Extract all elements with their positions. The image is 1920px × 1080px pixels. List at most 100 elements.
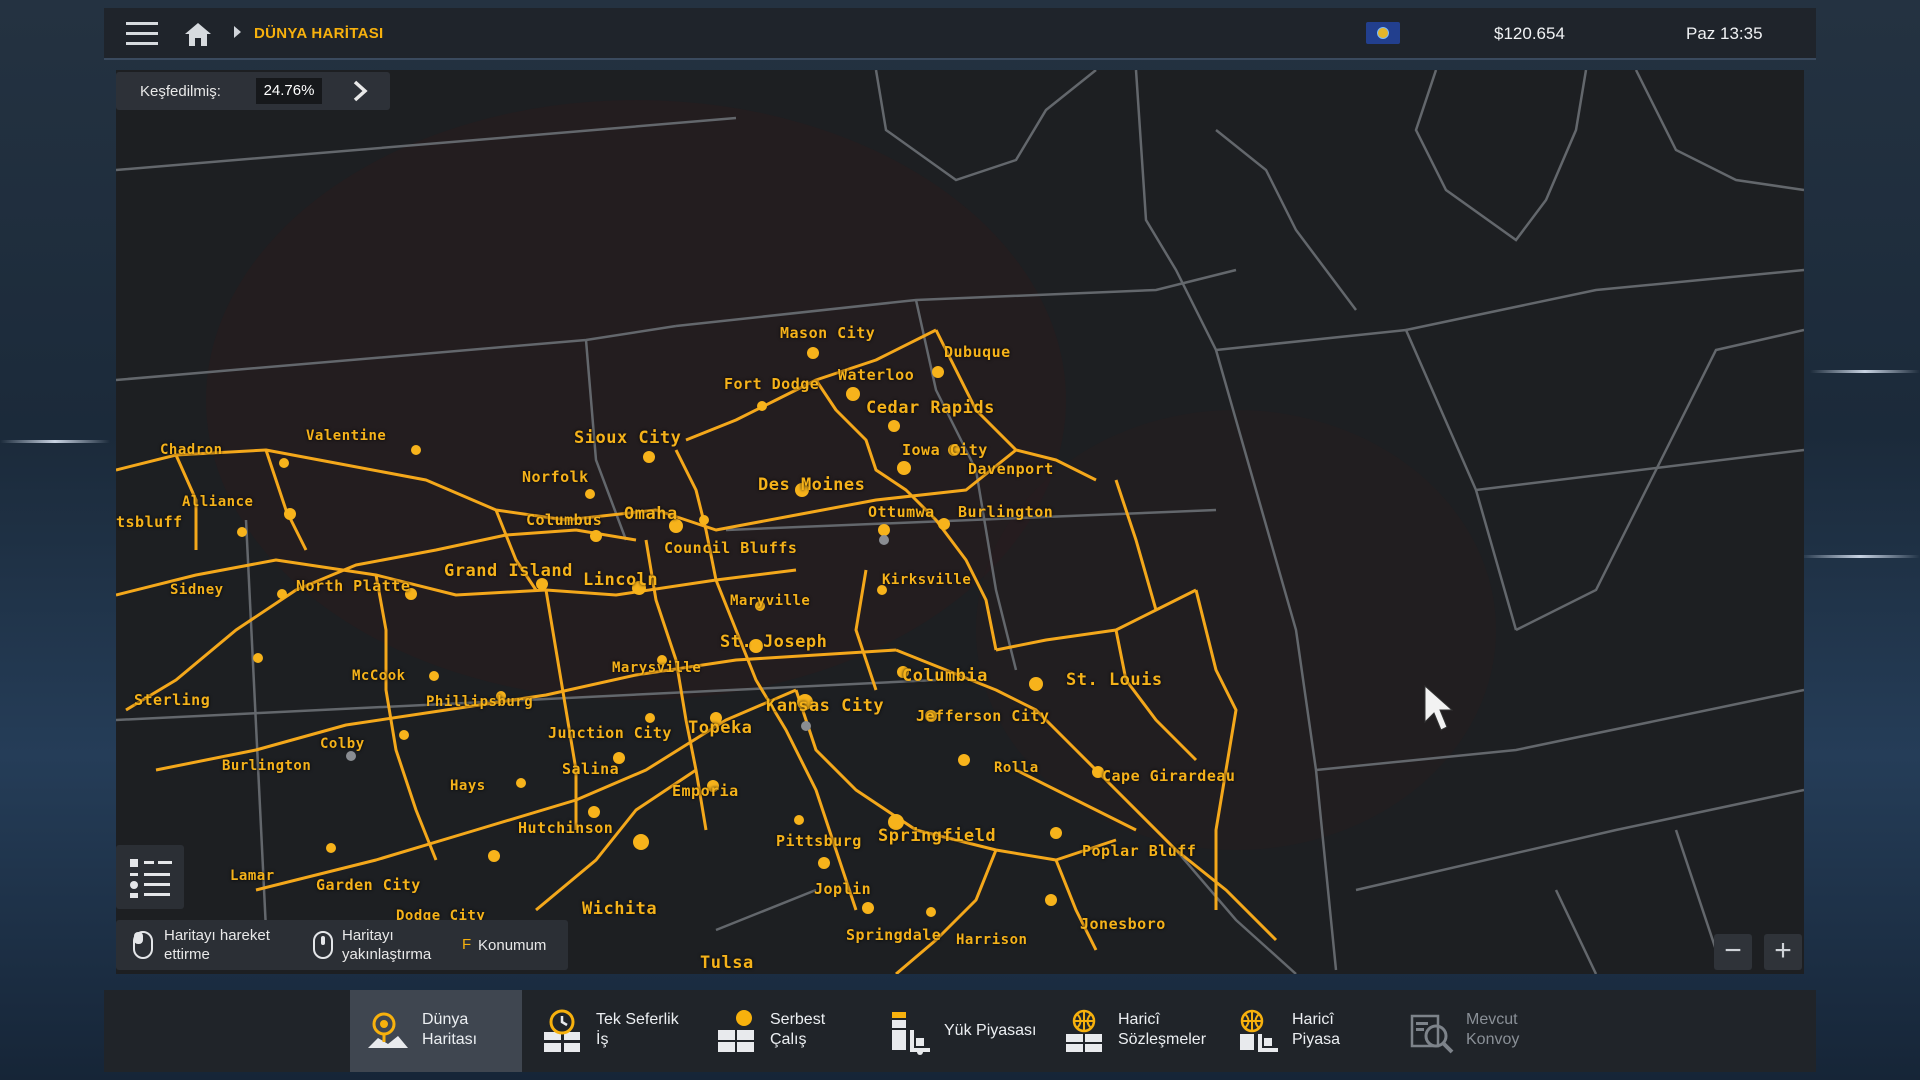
city-label: Phillipsburg xyxy=(426,694,534,710)
city-label: Rolla xyxy=(994,760,1039,776)
city-label: Sidney xyxy=(170,582,224,598)
city-label: Springfield xyxy=(878,826,997,846)
chevron-right-icon[interactable] xyxy=(348,78,372,104)
city-label: Ottumwa xyxy=(868,503,935,521)
city-label: Junction City xyxy=(548,724,672,742)
zoom-out-button[interactable]: − xyxy=(1714,934,1752,970)
zoom-map-hint: Haritayı yakınlaştırma xyxy=(342,926,431,964)
city-label: Colby xyxy=(320,736,365,752)
city-label: Joplin xyxy=(814,880,872,898)
city-label: Alliance xyxy=(182,494,254,510)
breadcrumb-arrow-icon xyxy=(234,26,241,38)
tab-label: Mevcut Konvoy xyxy=(1466,1011,1520,1048)
city-label: Burlington xyxy=(222,758,312,774)
city-label: Burlington xyxy=(958,503,1054,521)
city-label: Council Bluffs xyxy=(664,539,798,557)
world-map-icon xyxy=(368,1012,408,1048)
zoom-in-button[interactable]: + xyxy=(1764,934,1802,970)
city-label: Cape Girardeau xyxy=(1102,767,1236,785)
position-hotkey: F xyxy=(462,936,472,953)
city-label: Kirksville xyxy=(882,572,972,588)
city-label: Lincoln xyxy=(583,570,659,590)
move-map-hint-line2: ettirme xyxy=(164,946,210,963)
city-label: Mason City xyxy=(780,324,876,342)
convoy-icon xyxy=(1410,1014,1454,1054)
city-label: Cedar Rapids xyxy=(866,398,995,418)
quick-job-icon xyxy=(544,1009,580,1052)
game-clock: Paz 13:35 xyxy=(1686,24,1763,43)
city-label: Hutchinson xyxy=(518,819,614,837)
background-streak xyxy=(1810,370,1920,373)
tab-label: Dünya Haritası xyxy=(422,1011,478,1048)
city-label: Norfolk xyxy=(522,468,589,486)
city-label: Davenport xyxy=(968,460,1054,478)
city-label: Lamar xyxy=(230,868,275,884)
city-label: Omaha xyxy=(624,504,678,524)
city-label: Emporia xyxy=(672,782,739,800)
city-label: Jonesboro xyxy=(1080,915,1166,933)
breadcrumb: DÜNYA HARİTASI xyxy=(254,25,384,42)
map-legend-button[interactable] xyxy=(116,845,184,909)
explored-label: Keşfedilmiş: xyxy=(140,83,221,100)
map-window: DÜNYA HARİTASI $120.654 Paz 13:35 Mason … xyxy=(104,8,1816,1072)
city-label: Salina xyxy=(562,760,620,778)
world-map[interactable]: Mason City Dubuque Waterloo Fort Dodge C… xyxy=(116,70,1804,974)
city-label: Valentine xyxy=(306,428,387,444)
money-balance: $120.654 xyxy=(1494,24,1565,43)
menu-icon[interactable] xyxy=(124,16,160,52)
city-label: Iowa City xyxy=(902,441,988,459)
city-label: Kansas City xyxy=(766,696,885,716)
city-label: Des Moines xyxy=(758,475,866,495)
city-label: Columbia xyxy=(902,666,988,686)
tab-label: Haricî Sözleşmeler xyxy=(1118,1011,1207,1048)
move-map-hint: Haritayı hareket ettirme xyxy=(164,926,270,964)
tab-cargo-market[interactable]: Yük Piyasası xyxy=(872,990,1044,1072)
tab-label: Yük Piyasası xyxy=(944,1022,1037,1039)
city-label: tsbluff xyxy=(116,513,183,531)
background-streak xyxy=(1800,555,1920,558)
move-map-hint-line1: Haritayı hareket xyxy=(164,927,270,944)
city-label: Chadron xyxy=(160,442,223,458)
city-label: Marysville xyxy=(612,660,702,676)
position-hint: Konumum xyxy=(478,937,547,954)
tab-convoy[interactable]: Mevcut Konvoy xyxy=(1394,990,1566,1072)
city-label: Sterling xyxy=(134,691,211,709)
city-label: Columbus xyxy=(526,511,603,529)
explored-value: 24.76% xyxy=(256,78,322,104)
tab-label: Haricî Piyasa xyxy=(1292,1011,1341,1048)
city-label: Poplar Bluff xyxy=(1082,842,1197,860)
top-bar: DÜNYA HARİTASI $120.654 Paz 13:35 xyxy=(104,8,1816,60)
home-icon[interactable] xyxy=(180,16,216,52)
city-label: Waterloo xyxy=(838,366,915,384)
tab-world-map[interactable]: Dünya Haritası xyxy=(350,990,522,1072)
city-label: Grand Island xyxy=(444,561,573,581)
zoom-map-hint-line2: yakınlaştırma xyxy=(342,946,432,963)
tab-external-contracts[interactable]: Haricî Sözleşmeler xyxy=(1046,990,1218,1072)
city-label: McCook xyxy=(352,668,406,684)
tab-external-market[interactable]: Haricî Piyasa xyxy=(1220,990,1392,1072)
city-label: Garden City xyxy=(316,876,421,894)
city-label: Jefferson City xyxy=(916,707,1050,725)
tab-label: Tek Seferlik İş xyxy=(596,1011,679,1048)
tab-quick-job[interactable]: Tek Seferlik İş xyxy=(524,990,696,1072)
city-label: Wichita xyxy=(582,899,658,919)
mouse-drag-icon xyxy=(133,931,153,959)
city-label: Fort Dodge xyxy=(724,375,820,393)
zoom-map-hint-line1: Haritayı xyxy=(342,927,394,944)
city-label: Dubuque xyxy=(944,343,1011,361)
background-streak xyxy=(0,440,110,443)
city-label: Maryville xyxy=(730,593,811,609)
explored-panel: Keşfedilmiş: 24.76% xyxy=(116,72,390,110)
tab-freight-market[interactable]: Serbest Çalış xyxy=(698,990,870,1072)
bottom-tab-bar: Dünya Haritası Tek Seferlik İş Serbest Çalı… xyxy=(104,990,1816,1072)
external-market-icon xyxy=(1240,1009,1278,1052)
external-contracts-icon xyxy=(1066,1009,1102,1052)
city-label: Tulsa xyxy=(700,953,754,973)
cargo-market-icon xyxy=(892,1012,930,1055)
legend-icon xyxy=(130,859,172,898)
city-label: Sioux City xyxy=(574,428,682,448)
city-label: North Platte xyxy=(296,577,411,595)
city-label: Topeka xyxy=(688,718,753,738)
city-label: St. Joseph xyxy=(720,632,828,652)
city-label: Springdale xyxy=(846,926,942,944)
